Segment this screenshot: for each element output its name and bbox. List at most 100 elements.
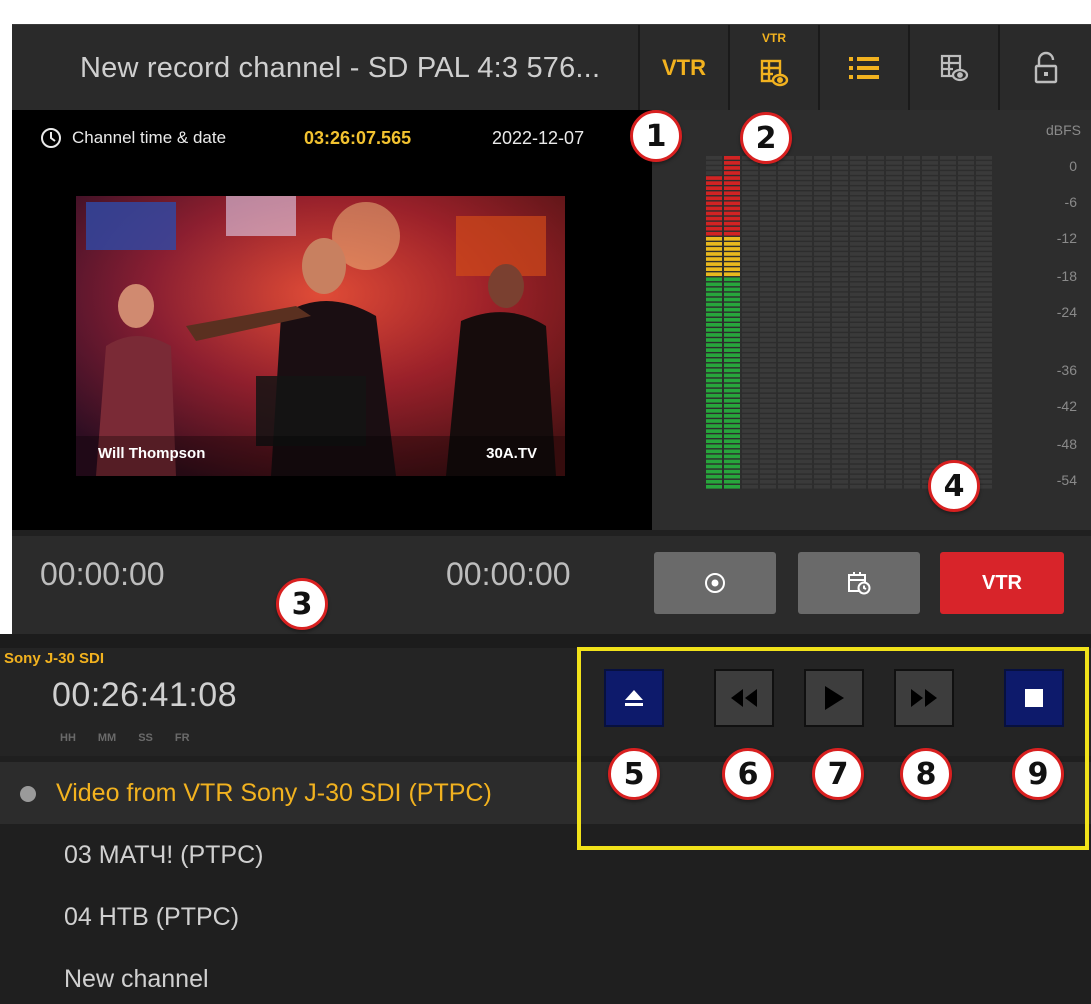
meter-segment <box>868 166 884 170</box>
meter-segment <box>940 403 956 408</box>
meter-segment <box>778 317 794 322</box>
meter-segment <box>922 378 938 383</box>
schedule-button[interactable] <box>798 552 920 614</box>
meter-segment <box>850 161 866 165</box>
meter-segment <box>778 409 794 413</box>
meter-segment <box>814 434 830 438</box>
meter-segment <box>796 388 812 393</box>
meter-segment <box>706 409 722 413</box>
meter-segment <box>940 343 956 347</box>
meter-segment <box>706 252 722 256</box>
meter-segment <box>850 312 866 317</box>
meter-segment <box>904 277 920 282</box>
meter-segment <box>904 287 920 292</box>
lock-button[interactable] <box>998 25 1091 111</box>
meter-segment <box>832 383 848 388</box>
meter-segment <box>760 434 776 438</box>
meter-segment <box>868 267 884 271</box>
meter-segment <box>796 272 812 277</box>
meter-segment <box>904 312 920 317</box>
meter-segment <box>796 393 812 398</box>
meter-segment <box>958 338 974 342</box>
meter-segment <box>940 393 956 398</box>
channel-list-item[interactable]: 04 НТВ (PTPC) <box>0 886 1091 948</box>
meter-segment <box>796 267 812 271</box>
meter-segment <box>814 186 830 191</box>
meter-segment <box>778 297 794 302</box>
meter-segment <box>760 484 776 489</box>
meter-segment <box>850 353 866 358</box>
meter-segment <box>832 206 848 211</box>
meter-segment <box>706 196 722 201</box>
meter-segment <box>940 292 956 297</box>
meter-segment <box>976 353 992 358</box>
meter-segment <box>814 262 830 266</box>
meter-segment <box>868 424 884 428</box>
meter-segment <box>940 368 956 373</box>
annotation-badge-1: 1 <box>630 110 682 162</box>
meter-segment <box>922 328 938 332</box>
meter-segment <box>832 252 848 256</box>
meter-segment <box>886 277 902 282</box>
annotation-badge-3: 3 <box>276 578 328 630</box>
meter-segment <box>832 479 848 484</box>
meter-segment <box>868 196 884 201</box>
meter-segment <box>940 216 956 221</box>
meter-segment <box>958 247 974 251</box>
playlist-button[interactable] <box>818 25 908 111</box>
meter-segment <box>940 424 956 428</box>
vtr-monitor-button[interactable]: VTR <box>728 25 818 111</box>
meter-segment <box>814 287 830 292</box>
meter-segment <box>724 353 740 358</box>
meter-segment <box>706 247 722 251</box>
meter-segment <box>922 419 938 423</box>
meter-segment <box>706 206 722 211</box>
meter-segment <box>814 196 830 201</box>
meter-segment <box>724 247 740 251</box>
meter-segment <box>958 358 974 363</box>
meter-segment <box>724 292 740 297</box>
record-button[interactable] <box>654 552 776 614</box>
meter-segment <box>940 156 956 160</box>
meter-segment <box>958 171 974 175</box>
meter-segment <box>706 257 722 261</box>
meter-segment <box>904 424 920 428</box>
meter-segment <box>940 353 956 358</box>
meter-segment <box>742 328 758 332</box>
meter-segment <box>958 302 974 307</box>
monitor-button[interactable] <box>908 25 998 111</box>
dbfs-tick: -42 <box>1056 398 1077 414</box>
meter-segment <box>904 221 920 226</box>
meter-segment <box>832 231 848 236</box>
meter-segment <box>796 161 812 165</box>
meter-segment <box>850 439 866 444</box>
meter-segment <box>814 454 830 459</box>
meter-segment <box>742 338 758 342</box>
meter-segment <box>724 383 740 388</box>
meter-segment <box>850 429 866 433</box>
meter-segment <box>922 242 938 246</box>
vtr-record-button[interactable]: VTR <box>940 552 1064 614</box>
meter-segment <box>724 439 740 444</box>
meter-segment <box>904 464 920 469</box>
meter-segment <box>904 368 920 373</box>
channel-title[interactable]: New record channel - SD PAL 4:3 576... <box>80 25 600 111</box>
meter-segment <box>796 166 812 170</box>
meter-segment <box>886 414 902 418</box>
channel-list-item[interactable]: New channel <box>0 948 1091 1004</box>
vtr-mode-button[interactable]: VTR <box>638 25 728 111</box>
grid-eye-icon <box>940 54 969 82</box>
meter-segment <box>778 398 794 403</box>
meter-segment <box>724 373 740 378</box>
meter-segment <box>886 262 902 266</box>
meter-segment <box>724 368 740 373</box>
meter-segment <box>814 474 830 479</box>
meter-segment <box>724 429 740 433</box>
meter-segment <box>760 181 776 185</box>
meter-segment <box>940 302 956 307</box>
meter-segment <box>904 181 920 185</box>
meter-segment <box>724 201 740 206</box>
unit-hours: HH <box>60 732 76 744</box>
meter-segment <box>850 201 866 206</box>
meter-segment <box>724 409 740 413</box>
